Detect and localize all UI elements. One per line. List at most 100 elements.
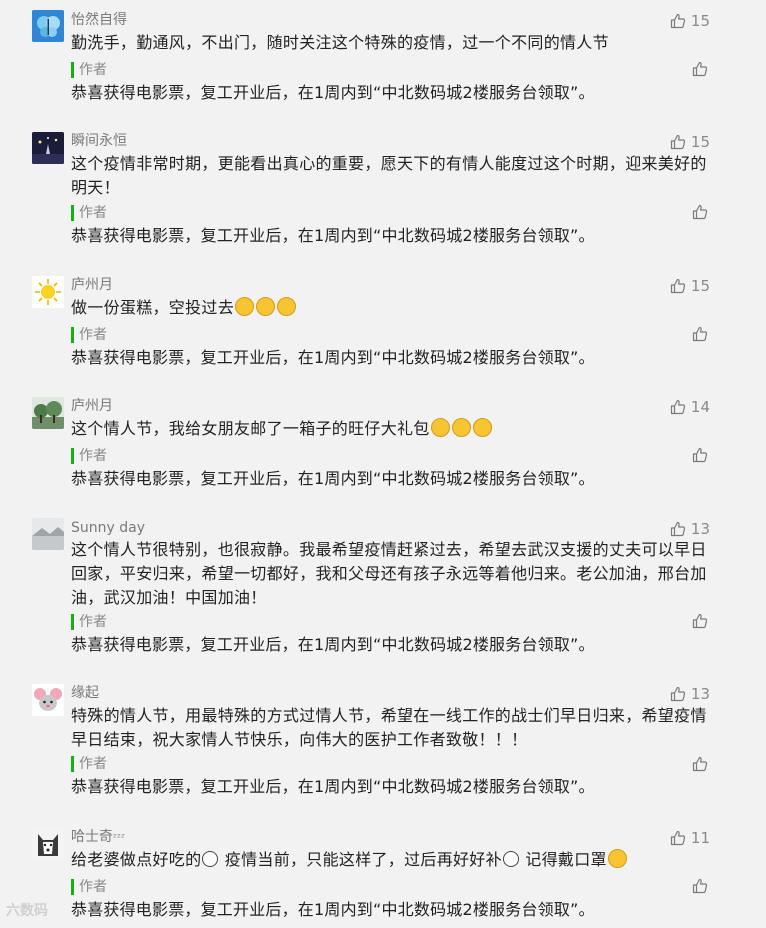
comment-text: 做一份蛋糕，空投过去 — [71, 296, 711, 320]
like-count: 13 — [690, 520, 710, 538]
comment-author-name-text: 哈士奇 — [71, 829, 113, 845]
like-count: 15 — [690, 133, 710, 151]
author-reply-label: 作者 — [71, 62, 107, 78]
author-reply-like-button[interactable] — [692, 326, 708, 346]
husky-avatar-icon — [32, 828, 64, 860]
smile-emoji-icon — [502, 851, 519, 867]
thumbs-up-icon — [692, 61, 708, 77]
like-button[interactable]: 13 — [670, 683, 710, 705]
comment-text-part: 疫情当前，只能这样了，过后再好好补 — [219, 850, 502, 869]
like-button[interactable]: 15 — [670, 10, 710, 32]
mouse-avatar-icon — [32, 684, 64, 716]
comment-item: 怡然自得 15 勤洗手，勤通风，不出门，随时关注这个特殊的疫情，过一个不同的情人… — [0, 0, 766, 120]
author-reply-like-button[interactable] — [692, 61, 708, 81]
thumbs-up-icon — [670, 134, 686, 150]
author-reply-like-button[interactable] — [692, 447, 708, 467]
like-button[interactable]: 11 — [670, 827, 710, 849]
author-reply-like-button[interactable] — [692, 878, 708, 898]
like-count: 15 — [690, 277, 710, 295]
comment-text-body: 做一份蛋糕，空投过去 — [71, 298, 235, 317]
comment-author-name[interactable]: 哈士奇ᶻᶻᶻ — [71, 827, 125, 848]
comment-author-name[interactable]: Sunny day — [71, 518, 145, 538]
thumbs-up-icon — [670, 13, 686, 29]
comment-text-body: 这个情人节，我给女朋友邮了一箱子的旺仔大礼包 — [71, 419, 430, 438]
author-reply-label: 作者 — [71, 205, 107, 221]
author-reply-text: 恭喜获得电影票，复工开业后，在1周内到“中北数码城2楼服务台领取”。 — [71, 226, 595, 245]
butterfly-avatar-icon — [32, 10, 64, 42]
like-count: 13 — [690, 685, 710, 703]
author-reply-text: 恭喜获得电影票，复工开业后，在1周内到“中北数码城2楼服务台领取”。 — [71, 469, 595, 488]
comment-item: 缘起 13 特殊的情人节，用最特殊的方式过情人节，希望在一线工作的战士们早日归来… — [0, 674, 766, 814]
author-reply-text: 恭喜获得电影票，复工开业后，在1周内到“中北数码城2楼服务台领取”。 — [71, 777, 595, 796]
like-count: 11 — [690, 829, 710, 847]
thumbs-up-icon — [670, 399, 686, 415]
author-reply-text: 恭喜获得电影票，复工开业后，在1周内到“中北数码城2楼服务台领取”。 — [71, 348, 595, 367]
author-reply-text: 恭喜获得电影票，复工开业后，在1周内到“中北数码城2楼服务台领取”。 — [71, 83, 595, 102]
avatar[interactable] — [32, 132, 64, 164]
comment-author-name[interactable]: 瞬间永恒 — [71, 131, 127, 151]
like-button[interactable]: 14 — [670, 396, 710, 418]
like-button[interactable]: 15 — [670, 131, 710, 153]
like-count: 14 — [690, 398, 710, 416]
author-reply-like-button[interactable] — [692, 204, 708, 224]
cake-emoji-icon — [277, 297, 297, 316]
avatar[interactable] — [32, 828, 64, 860]
author-reply-text: 恭喜获得电影票，复工开业后，在1周内到“中北数码城2楼服务台领取”。 — [71, 900, 595, 919]
comment-text: 勤洗手，勤通风，不出门，随时关注这个特殊的疫情，过一个不同的情人节 — [71, 33, 609, 52]
thumbs-up-icon — [692, 326, 708, 342]
sun-avatar-icon — [32, 276, 64, 308]
like-button[interactable]: 15 — [670, 275, 710, 297]
comment-text-part: 给老婆做点好吃的 — [71, 850, 202, 869]
cake-emoji-icon — [256, 297, 276, 316]
comment-author-name-suffix: ᶻᶻᶻ — [113, 831, 126, 844]
thumbs-up-icon — [692, 204, 708, 220]
snow-avatar-icon — [32, 518, 64, 550]
avatar[interactable] — [32, 397, 64, 429]
avatar[interactable] — [32, 518, 64, 550]
comment-author-name[interactable]: 怡然自得 — [71, 10, 127, 30]
author-reply-label: 作者 — [71, 614, 107, 630]
grin-emoji-icon — [472, 418, 492, 437]
mask-emoji-icon — [607, 849, 627, 868]
comment-text: 这个疫情非常时期，更能看出真心的重要，愿天下的有情人能度过这个时期，迎来美好的明… — [71, 154, 707, 197]
thumbs-up-icon — [692, 756, 708, 772]
comment-author-name[interactable]: 缘起 — [71, 683, 99, 703]
author-reply-like-button[interactable] — [692, 756, 708, 776]
comment-text: 这个情人节很特别，也很寂静。我最希望疫情赶紧过去，希望去武汉支援的丈夫可以早日回… — [71, 540, 707, 607]
comment-item: 瞬间永恒 15 这个疫情非常时期，更能看出真心的重要，愿天下的有情人能度过这个时… — [0, 122, 766, 262]
author-reply-label: 作者 — [71, 879, 107, 895]
comment-item: 庐州月 15 做一份蛋糕，空投过去 作者 恭喜获得电影票，复工开业后，在1周内到… — [0, 266, 766, 386]
comment-text: 给老婆做点好吃的 疫情当前，只能这样了，过后再好好补 记得戴口罩 — [71, 848, 711, 872]
grin-emoji-icon — [451, 418, 471, 437]
thumbs-up-icon — [692, 613, 708, 629]
avatar[interactable] — [32, 684, 64, 716]
comment-author-name[interactable]: 庐州月 — [71, 275, 113, 295]
smile-emoji-icon — [202, 851, 219, 867]
grin-emoji-icon — [430, 418, 450, 437]
thumbs-up-icon — [670, 686, 686, 702]
author-reply-text: 恭喜获得电影票，复工开业后，在1周内到“中北数码城2楼服务台领取”。 — [71, 635, 595, 654]
thumbs-up-icon — [670, 830, 686, 846]
thumbs-up-icon — [670, 278, 686, 294]
comment-item: 哈士奇ᶻᶻᶻ 11 给老婆做点好吃的 疫情当前，只能这样了，过后再好好补 记得戴… — [0, 818, 766, 928]
comment-text: 这个情人节，我给女朋友邮了一箱子的旺仔大礼包 — [71, 417, 711, 441]
comment-item: 庐州月 14 这个情人节，我给女朋友邮了一箱子的旺仔大礼包 作者 恭喜获得电影票… — [0, 387, 766, 507]
comment-text-part: 记得戴口罩 — [519, 850, 607, 869]
night-lights-avatar-icon — [32, 132, 64, 164]
comment-author-name[interactable]: 庐州月 — [71, 396, 113, 416]
thumbs-up-icon — [692, 878, 708, 894]
like-button[interactable]: 13 — [670, 518, 710, 540]
cake-emoji-icon — [235, 297, 255, 316]
avatar[interactable] — [32, 10, 64, 42]
author-reply-label: 作者 — [71, 756, 107, 772]
thumbs-up-icon — [670, 521, 686, 537]
trees-avatar-icon — [32, 397, 64, 429]
watermark: 六数码 — [6, 903, 48, 919]
thumbs-up-icon — [692, 447, 708, 463]
like-count: 15 — [690, 12, 710, 30]
author-reply-label: 作者 — [71, 448, 107, 464]
author-reply-like-button[interactable] — [692, 613, 708, 633]
comment-text: 特殊的情人节，用最特殊的方式过情人节，希望在一线工作的战士们早日归来，希望疫情早… — [71, 706, 707, 749]
author-reply-label: 作者 — [71, 327, 107, 343]
avatar[interactable] — [32, 276, 64, 308]
